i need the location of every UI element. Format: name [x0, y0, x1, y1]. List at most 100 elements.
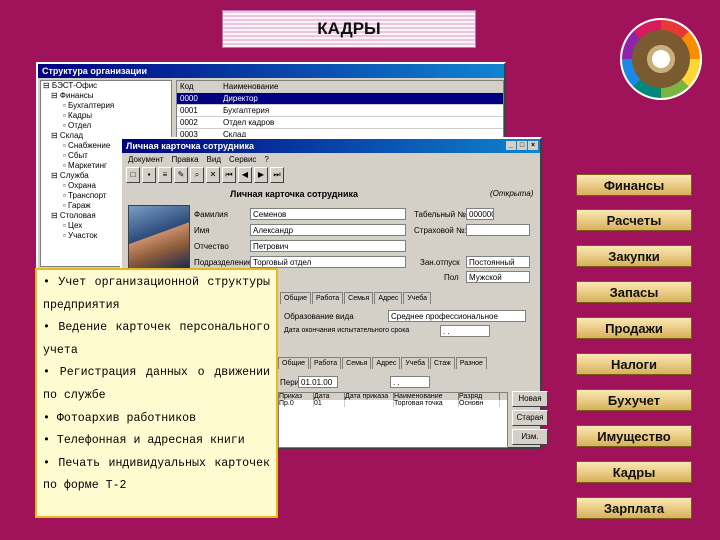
employee-photo	[128, 205, 190, 269]
print-icon[interactable]: ≡	[158, 167, 172, 183]
page-title: КАДРЫ	[222, 10, 476, 48]
job-header-cell: Дата	[314, 393, 345, 400]
subtab-5[interactable]: Учеба	[401, 357, 430, 369]
subtab-3[interactable]: Семья	[342, 357, 372, 369]
card-menubar: Документ Правка Вид Сервис?	[122, 153, 540, 166]
tree-item[interactable]: ▫ Бухгалтерия	[41, 101, 171, 111]
tree-item[interactable]: ⊟ Финансы	[41, 91, 171, 101]
job-header-cell: Дата приказа	[345, 393, 394, 400]
table-cell: Основн	[459, 400, 500, 407]
title-text: КАДРЫ	[317, 19, 381, 38]
next-icon[interactable]: ▶	[254, 167, 268, 183]
minimize-icon[interactable]: _	[506, 141, 516, 150]
prev-icon[interactable]: ◀	[238, 167, 252, 183]
subtab-1[interactable]: Общие	[278, 357, 310, 369]
name-field[interactable]: Александр	[250, 224, 406, 236]
old-record-button[interactable]: Старая	[512, 410, 548, 426]
table-row[interactable]: 0002 Отдел кадров	[177, 117, 503, 129]
patronymic-field[interactable]: Петрович	[250, 240, 406, 252]
search-icon[interactable]: ⌕	[190, 167, 204, 183]
card-menu-item[interactable]: Вид	[207, 155, 221, 164]
features-list: • Учет организационной структуры предпри…	[35, 268, 278, 518]
org-grid[interactable]: Код Наименование 0000 Директор 0001 Бухгалтер…	[176, 80, 504, 142]
subtab-2[interactable]: Работа	[310, 357, 342, 369]
menu-button-9[interactable]: Кадры	[576, 461, 692, 483]
subtab-6[interactable]: Стаж	[430, 357, 455, 369]
feature-item: • Телефонная и адресная книги	[43, 434, 245, 448]
name-label: Имя	[194, 226, 210, 235]
card-status: (Открыта)	[490, 189, 534, 198]
last-icon[interactable]: ⏭	[270, 167, 284, 183]
edit-record-button[interactable]: Изм.	[512, 429, 548, 445]
subtab-7[interactable]: Разное	[455, 357, 487, 369]
tab-5[interactable]: Учеба	[403, 292, 432, 304]
close-icon[interactable]: ×	[528, 141, 538, 150]
card-menu-item[interactable]: Сервис	[229, 155, 256, 164]
card-menu-item[interactable]: ?	[264, 155, 268, 164]
first-icon[interactable]: ⏮	[222, 167, 236, 183]
surname-field[interactable]: Семенов	[250, 208, 406, 220]
menu-button-1[interactable]: Финансы	[576, 174, 692, 196]
insurance-label: Страховой №:	[414, 226, 467, 235]
tab-4[interactable]: Адрес	[374, 292, 403, 304]
maximize-icon[interactable]: □	[517, 141, 527, 150]
tab-no-label: Табельный №:	[414, 210, 469, 219]
card-tabs: Общие Работа Семья Адрес Учеба	[280, 292, 432, 304]
education-select[interactable]: Среднее профессиональное	[388, 310, 526, 322]
delete-icon[interactable]: ✕	[206, 167, 220, 183]
table-row[interactable]: 0001 Бухгалтерия	[177, 105, 503, 117]
tab-1[interactable]: Общие	[280, 292, 312, 304]
menu-button-7[interactable]: Бухучет	[576, 389, 692, 411]
table-cell: Торговая точка	[394, 400, 459, 407]
card-menu-item[interactable]: Документ	[128, 155, 164, 164]
grid-header: Код Наименование	[177, 81, 503, 93]
sex-label: Пол	[444, 273, 459, 282]
card-heading: Личная карточка сотрудника	[230, 189, 358, 199]
table-cell: 01	[314, 400, 345, 407]
card-window-titlebar: Личная карточка сотрудника _ □ ×	[122, 139, 540, 153]
new-record-button[interactable]: Новая	[512, 391, 548, 407]
insurance-field[interactable]	[466, 224, 530, 236]
tab-2[interactable]: Работа	[312, 292, 344, 304]
period-to-field[interactable]: . .	[390, 376, 430, 388]
job-subtabs: Общие Работа Семья Адрес Учеба Стаж Разное	[278, 357, 488, 369]
new-doc-icon[interactable]: □	[126, 167, 140, 183]
tab-no-field[interactable]: 000000	[466, 208, 494, 220]
subtab-4[interactable]: Адрес	[372, 357, 401, 369]
sex-select[interactable]: Мужской	[466, 271, 530, 283]
feature-item: • Учет организационной структуры предпри…	[43, 276, 270, 312]
org-window-titlebar: Структура организации	[38, 64, 504, 78]
table-cell: 0000	[180, 94, 198, 103]
menu-button-3[interactable]: Закупки	[576, 245, 692, 267]
table-cell: 0002	[180, 118, 198, 127]
menu-button-2[interactable]: Расчеты	[576, 209, 692, 231]
job-header-cell: Разряд	[459, 393, 500, 400]
feature-item: • Регистрация данных о движении по служб…	[43, 366, 270, 402]
table-row[interactable]: 0000 Директор	[177, 93, 503, 105]
tab-3[interactable]: Семья	[344, 292, 374, 304]
tree-item[interactable]: ▫ Отдел	[41, 121, 171, 131]
card-menu-item[interactable]: Правка	[172, 155, 199, 164]
table-cell	[345, 400, 394, 407]
card-window-title: Личная карточка сотрудника	[126, 141, 254, 151]
table-row[interactable]: Пр.0 01 Торговая точка Основн	[279, 400, 507, 407]
menu-button-8[interactable]: Имущество	[576, 425, 692, 447]
menu-button-5[interactable]: Продажи	[576, 317, 692, 339]
job-history-table[interactable]: Приказ Дата Дата приказа Наименование Разряд…	[278, 392, 508, 448]
patronymic-label: Отчество	[194, 242, 229, 251]
holiday-select[interactable]: Постоянный	[466, 256, 530, 268]
menu-button-4[interactable]: Запасы	[576, 281, 692, 303]
feature-item: • Фотоархив работников	[43, 411, 197, 425]
menu-button-6[interactable]: Налоги	[576, 353, 692, 375]
menu-button-10[interactable]: Зарплата	[576, 497, 692, 519]
dept-select[interactable]: Торговый отдел	[250, 256, 406, 268]
tree-item[interactable]: ⊟ БЭСТ-Офис	[41, 81, 171, 91]
date-end-field[interactable]: . .	[440, 325, 490, 337]
table-cell: Директор	[223, 94, 258, 103]
table-cell: Отдел кадров	[223, 118, 275, 127]
job-table-header: Приказ Дата Дата приказа Наименование Разряд	[279, 393, 507, 400]
save-icon[interactable]: ▪	[142, 167, 156, 183]
period-from-field[interactable]: 01.01.00	[298, 376, 338, 388]
edit-icon[interactable]: ✎	[174, 167, 188, 183]
tree-item[interactable]: ▫ Кадры	[41, 111, 171, 121]
